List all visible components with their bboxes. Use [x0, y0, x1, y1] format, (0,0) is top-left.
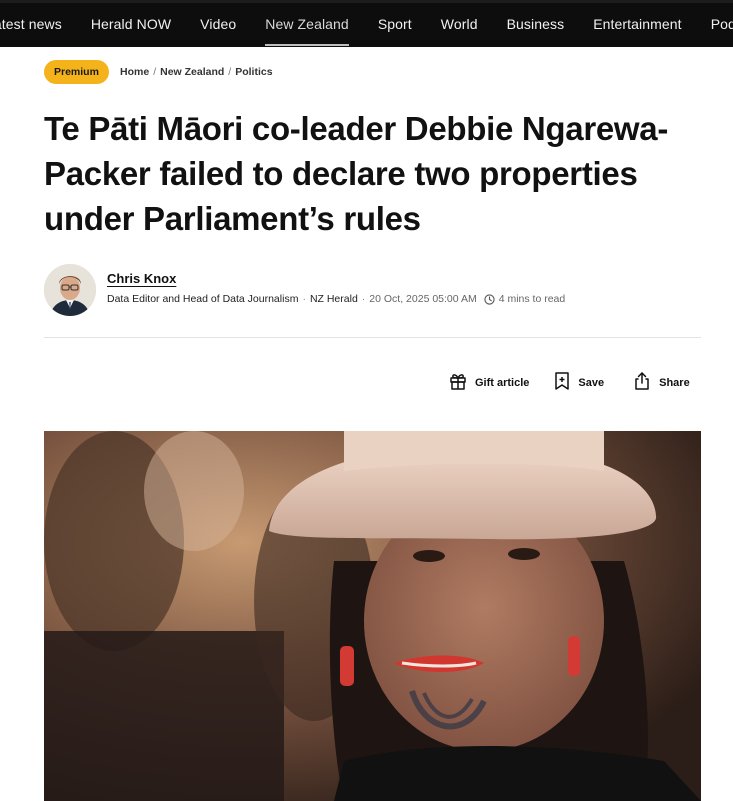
- article-actions: Gift article Save Share: [448, 371, 690, 394]
- article-headline: Te Pāti Māori co-leader Debbie Ngarewa-P…: [44, 110, 669, 237]
- author-outlet: NZ Herald: [309, 293, 358, 305]
- breadcrumb-separator: /: [153, 66, 157, 78]
- breadcrumb-politics[interactable]: Politics: [235, 66, 272, 78]
- save-label: Save: [578, 376, 605, 389]
- premium-badge: Premium: [44, 60, 109, 84]
- divider: [44, 337, 701, 338]
- top-nav: Latest news Herald NOW Video New Zealand…: [0, 0, 733, 47]
- nav-item-latest-news[interactable]: Latest news: [0, 16, 62, 32]
- bookmark-plus-icon: [553, 371, 578, 394]
- gift-icon: [448, 371, 475, 394]
- author-avatar[interactable]: [44, 264, 96, 316]
- breadcrumb: Home / New Zealand / Politics: [120, 66, 273, 78]
- nav-item-video[interactable]: Video: [200, 16, 236, 32]
- share-button[interactable]: Share: [632, 371, 690, 394]
- breadcrumb-home[interactable]: Home: [120, 66, 149, 78]
- share-label: Share: [659, 376, 690, 389]
- clock-icon: [484, 293, 495, 305]
- nav-item-business[interactable]: Business: [507, 16, 565, 32]
- breadcrumb-separator: /: [228, 66, 232, 78]
- meta-separator: ·: [361, 293, 366, 305]
- nav-item-podcasts[interactable]: Podcasts: [711, 16, 733, 32]
- share-icon: [632, 371, 659, 394]
- gift-article-button[interactable]: Gift article: [448, 371, 529, 394]
- gift-article-label: Gift article: [475, 376, 530, 389]
- author-name-link[interactable]: Chris Knox: [107, 271, 176, 286]
- nav-item-new-zealand[interactable]: New Zealand: [265, 16, 349, 46]
- hero-image: [44, 431, 701, 801]
- nav-item-sport[interactable]: Sport: [378, 16, 412, 32]
- nav-items: Latest news Herald NOW Video New Zealand…: [0, 16, 733, 46]
- nav-top-edge: [0, 0, 733, 3]
- save-button[interactable]: Save: [553, 371, 604, 394]
- breadcrumb-new-zealand[interactable]: New Zealand: [160, 66, 224, 78]
- read-time: 4 mins to read: [498, 293, 566, 305]
- publish-date: 20 Oct, 2025 05:00 AM: [369, 293, 477, 305]
- nav-item-herald-now[interactable]: Herald NOW: [91, 16, 171, 32]
- author-meta: Data Editor and Head of Data Journalism …: [107, 293, 565, 305]
- nav-item-entertainment[interactable]: Entertainment: [593, 16, 681, 32]
- nav-item-world[interactable]: World: [441, 16, 478, 32]
- author-role: Data Editor and Head of Data Journalism: [107, 293, 299, 305]
- meta-separator: ·: [302, 293, 306, 305]
